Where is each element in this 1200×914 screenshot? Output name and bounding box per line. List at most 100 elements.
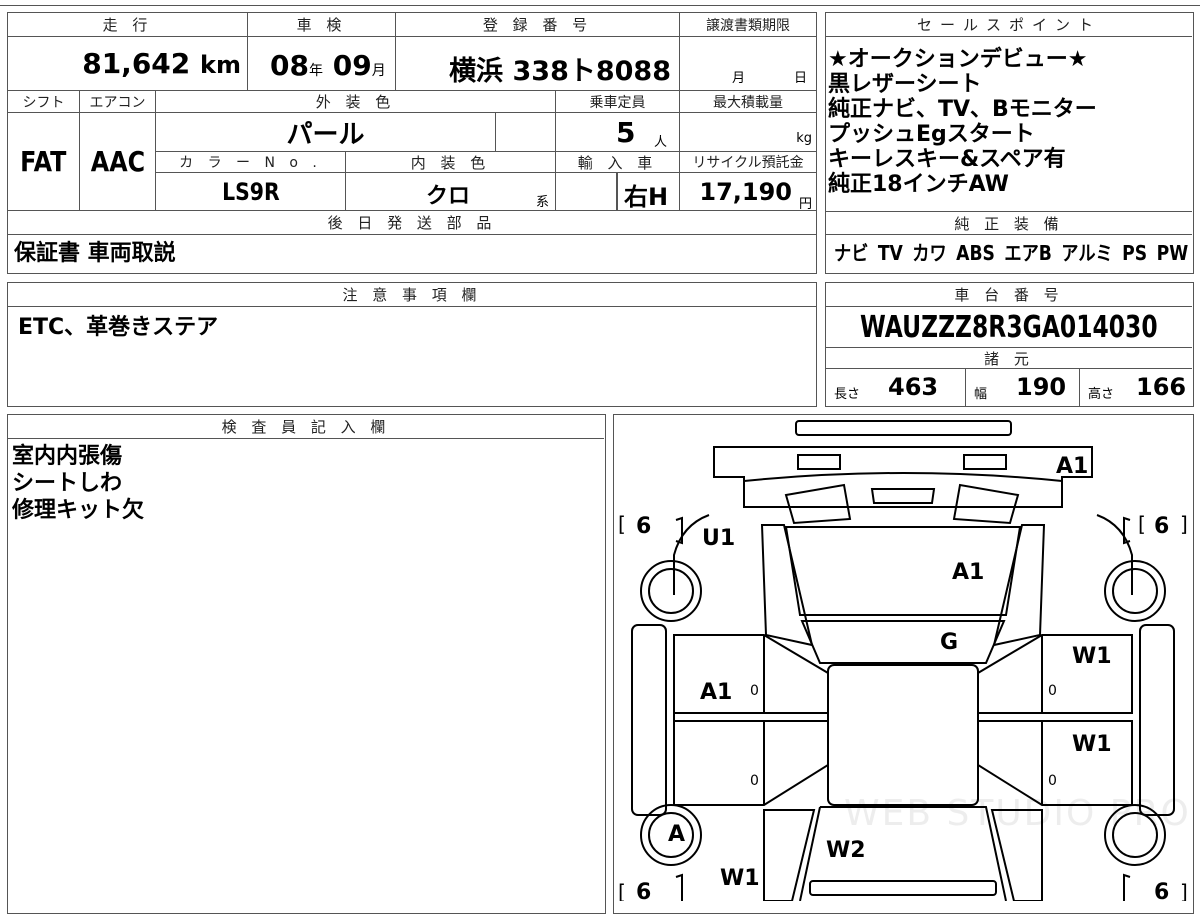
exterior-color-value: パール	[286, 119, 365, 150]
exterior-color-extra-cell	[496, 113, 556, 151]
import-cell: 右H	[556, 173, 680, 211]
equipment-cell: ナビ TV カワ ABS エアB アルミ PS PW	[834, 235, 1190, 271]
aircon-cell: AAC	[80, 113, 156, 211]
year-unit: 年	[308, 63, 323, 79]
capacity-cell: 5 人	[556, 113, 680, 151]
inspector-line: シートしわ	[12, 471, 123, 496]
watermark: WEB STUDIO PRO	[844, 793, 1191, 834]
registration-header: 登 録 番 号	[396, 13, 680, 37]
door-count: 0	[1048, 773, 1057, 789]
interior-color-header: 内 装 色	[346, 151, 556, 173]
inspector-line: 修理キット欠	[12, 498, 145, 523]
import-value: 右H	[624, 183, 669, 211]
max-load-cell: kg	[680, 113, 816, 151]
tire-mark-rear-left: 6	[636, 880, 651, 901]
recycle-value: 17,190	[699, 178, 792, 206]
inspection-header: 車 検	[248, 13, 396, 37]
sales-point-line: 黒レザーシート	[828, 72, 982, 97]
tire-mark-rear-right: 6	[1154, 880, 1169, 901]
tire-mark-front-left: 6	[636, 514, 651, 539]
chassis-header: 車 台 番 号	[826, 283, 1192, 307]
exterior-color-cell: パール	[156, 113, 496, 151]
color-no-header: カ ラ ー N o .	[156, 151, 346, 173]
shift-header: シフト	[8, 91, 80, 113]
mark-left-door: A1	[700, 680, 732, 705]
tire-mark-front-right-open: [	[1138, 512, 1146, 536]
sales-points-list: ★オークションデビュー★ 黒レザーシート 純正ナビ、TV、Bモニター プッシュE…	[828, 47, 1188, 197]
tire-mark-front-left-open: [	[618, 512, 626, 536]
equipment-header: 純 正 装 備	[826, 211, 1192, 235]
mileage-header: 走 行	[8, 13, 248, 37]
interior-color-suffix: 系	[536, 195, 550, 210]
notes-header: 注 意 事 項 欄	[8, 283, 816, 307]
sales-points-header: セールスポイント	[826, 13, 1192, 37]
deadline-day-unit: 日	[794, 71, 808, 86]
inspection-cell: 08年 09月	[248, 37, 396, 91]
inspector-panel: 検 査 員 記 入 欄 室内内張傷 シートしわ 修理キット欠	[7, 414, 606, 914]
max-load-header: 最大積載量	[680, 91, 816, 113]
door-count: 0	[750, 773, 759, 789]
interior-color-cell: クロ 系	[346, 173, 556, 211]
mark-front-left-fender: U1	[702, 526, 735, 551]
notes-value: ETC、革巻きステア	[18, 315, 219, 340]
vehicle-info-table: 走 行 車 検 登 録 番 号 譲渡書類期限 81,642 km 08年 09月…	[7, 12, 817, 274]
sales-points-panel: セールスポイント ★オークションデビュー★ 黒レザーシート 純正ナビ、TV、Bモ…	[825, 12, 1194, 274]
mark-front-right-door: W1	[1072, 644, 1112, 669]
sales-point-line: キーレスキー&スペア有	[828, 147, 1066, 172]
notes-panel: 注 意 事 項 欄 ETC、革巻きステア	[7, 282, 817, 407]
spec-height-cell: 高さ 166	[1080, 369, 1192, 406]
equipment-value: ナビ TV カワ ABS エアB アルミ PS PW	[834, 240, 1189, 265]
tire-mark-front-right-close: ]	[1180, 512, 1188, 536]
max-load-unit: kg	[796, 131, 812, 146]
car-diagram: [ 6 [ 6 ] [ 6 6 ] A1 U1 A1 G W1 A1 W1 W2…	[618, 420, 1191, 901]
spec-length-value: 463	[888, 373, 939, 401]
tire-mark-rear-left-open: [	[618, 880, 626, 901]
aircon-header: エアコン	[80, 91, 156, 113]
chassis-panel: 車 台 番 号 WAUZZZ8R3GA014030 諸 元 長さ 463 幅 1…	[825, 282, 1194, 407]
mileage-unit: km	[200, 51, 241, 79]
inspector-line: 室内内張傷	[12, 444, 123, 469]
month-unit: 月	[371, 63, 386, 79]
parts-header: 後 日 発 送 部 品	[8, 211, 816, 235]
mileage-cell: 81,642 km	[8, 37, 248, 91]
transfer-deadline-cell: 月 日	[680, 37, 816, 91]
spec-width-cell: 幅 190	[966, 369, 1080, 406]
inspection-year: 08	[270, 49, 309, 82]
recycle-unit: 円	[798, 197, 812, 212]
registration-value: 横浜 338ト8088	[449, 56, 671, 87]
aircon-value: AAC	[90, 145, 145, 178]
mark-hood: A1	[952, 560, 984, 585]
chassis-value: WAUZZZ8R3GA014030	[860, 309, 1158, 345]
tire-mark-rear-right-close: ]	[1180, 880, 1188, 901]
spec-length-label: 長さ	[834, 387, 861, 402]
door-count: 0	[1048, 683, 1057, 699]
recycle-header: リサイクル預託金	[680, 151, 816, 173]
inspector-lines: 室内内張傷 シートしわ 修理キット欠	[12, 443, 144, 524]
top-strip	[0, 0, 1200, 6]
chassis-cell: WAUZZZ8R3GA014030	[826, 307, 1192, 347]
parts-value: 保証書 車両取説	[14, 240, 176, 266]
spec-width-label: 幅	[974, 387, 988, 402]
mileage-value: 81,642	[82, 47, 191, 80]
exterior-color-header: 外 装 色	[156, 91, 556, 113]
import-header: 輸 入 車	[556, 151, 680, 173]
inspection-month: 09	[332, 49, 372, 82]
mark-rear-right-door: W1	[1072, 732, 1112, 757]
spec-width-value: 190	[1016, 373, 1067, 401]
shift-cell: FAT	[8, 113, 80, 211]
door-count: 0	[750, 683, 759, 699]
recycle-cell: 17,190 円	[680, 173, 816, 212]
mark-windshield: G	[940, 630, 958, 655]
inspector-header: 検 査 員 記 入 欄	[8, 415, 604, 439]
damage-diagram-panel: [ 6 [ 6 ] [ 6 6 ] A1 U1 A1 G W1 A1 W1 W2…	[613, 414, 1194, 914]
spec-height-value: 166	[1136, 373, 1187, 401]
specs-header: 諸 元	[826, 347, 1192, 369]
color-no-cell: LS9R	[156, 173, 346, 211]
sales-point-line: プッシュEgスタート	[828, 122, 1035, 147]
mark-roof: W2	[826, 838, 866, 863]
deadline-month-unit: 月	[732, 71, 746, 86]
parts-cell: 保証書 車両取説	[14, 235, 804, 271]
shift-value: FAT	[20, 145, 67, 178]
mark-front-bumper: A1	[1056, 454, 1088, 479]
capacity-value: 5	[616, 116, 636, 149]
